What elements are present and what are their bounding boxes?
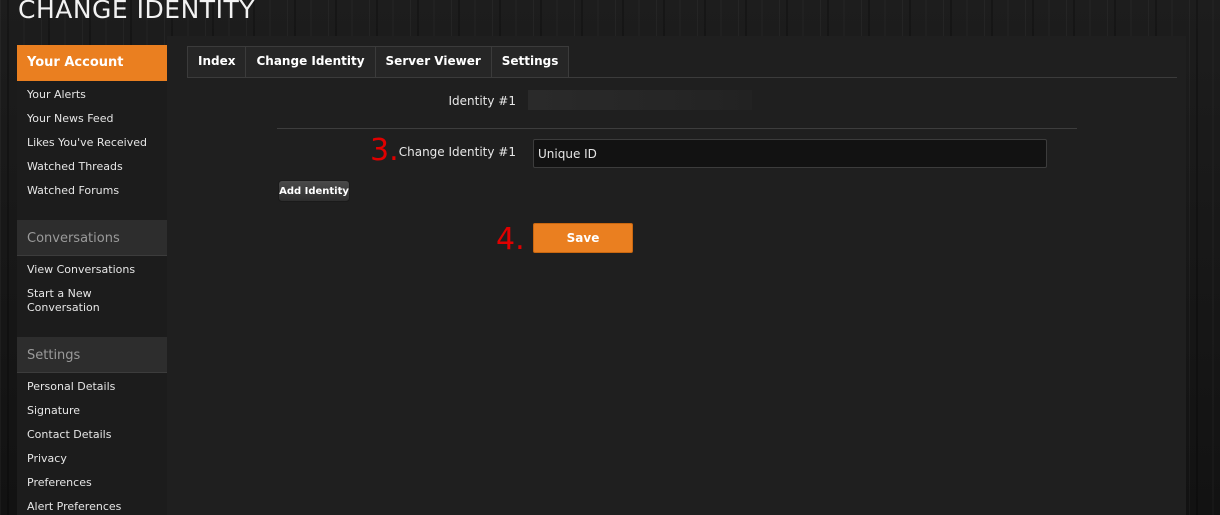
sidebar-header-conversations: Conversations: [17, 220, 167, 256]
sidebar-item-contact-details[interactable]: Contact Details: [17, 428, 167, 442]
sidebar-item-personal-details[interactable]: Personal Details: [17, 380, 167, 394]
annotation-step-4: 4.: [496, 222, 525, 257]
conversations-menu: View Conversations Start a New Conversat…: [17, 256, 167, 337]
identity-label: Identity #1: [448, 94, 517, 108]
sidebar-item-signature[interactable]: Signature: [17, 404, 167, 418]
tab-bar-divider: [187, 77, 1177, 78]
change-identity-label: Change Identity #1: [398, 145, 516, 159]
sidebar-item-alert-preferences[interactable]: Alert Preferences: [17, 500, 167, 514]
save-button[interactable]: Save: [533, 223, 633, 253]
change-identity-input[interactable]: [533, 139, 1047, 168]
sidebar: Your Account Your Alerts Your News Feed …: [17, 45, 167, 515]
sidebar-item-your-alerts[interactable]: Your Alerts: [17, 88, 167, 102]
tab-bar: Index Change Identity Server Viewer Sett…: [187, 46, 570, 77]
account-menu: Your Alerts Your News Feed Likes You've …: [17, 81, 167, 220]
sidebar-item-view-conversations[interactable]: View Conversations: [17, 263, 167, 277]
tab-server-viewer[interactable]: Server Viewer: [374, 46, 492, 77]
settings-menu: Personal Details Signature Contact Detai…: [17, 373, 167, 515]
sidebar-header-settings: Settings: [17, 337, 167, 373]
sidebar-item-watched-threads[interactable]: Watched Threads: [17, 160, 167, 174]
sidebar-item-news-feed[interactable]: Your News Feed: [17, 112, 167, 126]
sidebar-item-privacy[interactable]: Privacy: [17, 452, 167, 466]
main-panel: Index Change Identity Server Viewer Sett…: [167, 36, 1186, 515]
add-identity-button[interactable]: Add Identity: [278, 180, 350, 202]
page-title: CHANGE IDENTITY: [18, 0, 255, 24]
tab-index[interactable]: Index: [187, 46, 247, 77]
identity-value: [528, 90, 752, 110]
sidebar-item-likes-received[interactable]: Likes You've Received: [17, 136, 167, 150]
sidebar-item-start-conversation[interactable]: Start a New Conversation: [17, 287, 127, 315]
tab-settings[interactable]: Settings: [490, 46, 570, 77]
tab-change-identity[interactable]: Change Identity: [245, 46, 376, 77]
sidebar-item-preferences[interactable]: Preferences: [17, 476, 167, 490]
sidebar-item-watched-forums[interactable]: Watched Forums: [17, 184, 167, 198]
form-separator: [277, 128, 1077, 129]
sidebar-header-your-account[interactable]: Your Account: [17, 45, 167, 81]
